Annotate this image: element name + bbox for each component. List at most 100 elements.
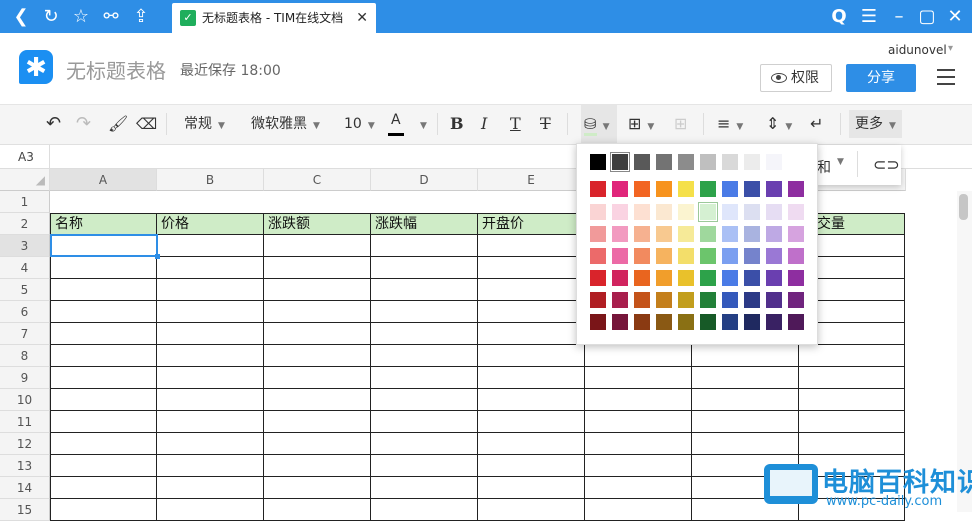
color-swatch[interactable] xyxy=(678,154,694,170)
cell[interactable] xyxy=(478,257,585,279)
color-swatch[interactable] xyxy=(612,248,628,264)
cell[interactable] xyxy=(478,235,585,257)
redo-icon[interactable]: ↷ xyxy=(76,105,91,143)
cell[interactable] xyxy=(371,323,478,345)
color-swatch[interactable] xyxy=(700,248,716,264)
cell[interactable] xyxy=(478,345,585,367)
color-swatch[interactable] xyxy=(722,181,738,197)
bold-button[interactable]: B xyxy=(450,105,464,143)
cell[interactable] xyxy=(264,455,371,477)
cell[interactable] xyxy=(585,477,692,499)
cell[interactable] xyxy=(157,323,264,345)
color-swatch[interactable] xyxy=(678,181,694,197)
row-header-5[interactable]: 5 xyxy=(0,279,50,301)
cell[interactable] xyxy=(50,345,157,367)
cell[interactable] xyxy=(371,455,478,477)
column-header-a[interactable]: A xyxy=(50,169,157,191)
cell[interactable] xyxy=(371,389,478,411)
cell[interactable] xyxy=(157,301,264,323)
more-button[interactable]: 更多 ▼ xyxy=(849,110,902,138)
share-button[interactable]: 分享 xyxy=(846,64,916,92)
border-button[interactable]: ⊞ ▼ xyxy=(628,105,654,143)
italic-button[interactable]: I xyxy=(481,105,487,143)
more-panel-caret-icon[interactable]: ▼ xyxy=(837,157,844,167)
cell[interactable] xyxy=(264,367,371,389)
cell[interactable] xyxy=(478,367,585,389)
color-swatch[interactable] xyxy=(744,314,760,330)
cell[interactable] xyxy=(157,367,264,389)
horizontal-align-button[interactable]: ≡ ▼ xyxy=(717,105,743,143)
permission-button[interactable]: 权限 xyxy=(760,64,832,92)
cell[interactable] xyxy=(799,345,905,367)
cell[interactable] xyxy=(799,367,905,389)
cell[interactable] xyxy=(478,301,585,323)
color-swatch[interactable] xyxy=(590,314,606,330)
color-swatch[interactable] xyxy=(788,248,804,264)
cell[interactable] xyxy=(371,345,478,367)
cell[interactable] xyxy=(157,477,264,499)
strikethrough-button[interactable]: T xyxy=(540,105,551,143)
column-header-d[interactable]: D xyxy=(371,169,478,191)
cell[interactable] xyxy=(371,301,478,323)
color-swatch[interactable] xyxy=(744,181,760,197)
color-swatch[interactable] xyxy=(590,154,606,170)
color-swatch[interactable] xyxy=(788,181,804,197)
color-swatch[interactable] xyxy=(722,314,738,330)
header-cell[interactable]: 价格 xyxy=(157,213,264,235)
cell[interactable] xyxy=(371,433,478,455)
cell[interactable] xyxy=(50,323,157,345)
column-header-e[interactable]: E xyxy=(478,169,585,191)
row-header-14[interactable]: 14 xyxy=(0,477,50,499)
cell[interactable] xyxy=(50,499,157,521)
color-swatch[interactable] xyxy=(678,248,694,264)
color-swatch[interactable] xyxy=(700,154,716,170)
color-swatch[interactable] xyxy=(656,204,672,220)
cell[interactable] xyxy=(50,257,157,279)
doc-title[interactable]: 无标题表格 xyxy=(66,55,166,84)
color-swatch[interactable] xyxy=(656,248,672,264)
row-header-13[interactable]: 13 xyxy=(0,455,50,477)
row-header-1[interactable]: 1 xyxy=(0,191,50,213)
font-family-select[interactable]: 微软雅黑 ▼ xyxy=(251,105,320,143)
color-swatch[interactable] xyxy=(766,248,782,264)
cell[interactable] xyxy=(371,235,478,257)
color-swatch[interactable] xyxy=(766,226,782,242)
vertical-align-button[interactable]: ⇕ ▼ xyxy=(766,105,792,143)
cell[interactable] xyxy=(478,433,585,455)
row-header-4[interactable]: 4 xyxy=(0,257,50,279)
cell[interactable] xyxy=(264,433,371,455)
eraser-icon[interactable]: ⌫ xyxy=(136,105,157,143)
row-header-15[interactable]: 15 xyxy=(0,499,50,521)
header-cell[interactable]: 名称 xyxy=(50,213,157,235)
cell[interactable] xyxy=(799,389,905,411)
color-swatch[interactable] xyxy=(590,226,606,242)
bookmark-icon[interactable]: ☆ xyxy=(66,0,96,33)
color-swatch[interactable] xyxy=(722,204,738,220)
menu-icon[interactable]: ☰ xyxy=(854,0,884,33)
color-swatch[interactable] xyxy=(612,181,628,197)
header-cell[interactable]: 涨跌幅 xyxy=(371,213,478,235)
maximize-icon[interactable]: ▢ xyxy=(912,0,942,33)
color-swatch[interactable] xyxy=(656,181,672,197)
color-swatch[interactable] xyxy=(722,248,738,264)
color-swatch[interactable] xyxy=(678,292,694,308)
cell[interactable] xyxy=(692,345,799,367)
header-cell[interactable]: 开盘价 xyxy=(478,213,585,235)
merge-cells-icon[interactable]: ⊞ xyxy=(674,105,687,143)
color-swatch[interactable] xyxy=(788,314,804,330)
underline-button[interactable]: T xyxy=(510,105,521,143)
back-icon[interactable]: ❮ xyxy=(6,0,36,33)
color-swatch[interactable] xyxy=(722,226,738,242)
cell[interactable] xyxy=(478,477,585,499)
wrap-text-icon[interactable]: ↵ xyxy=(810,105,823,143)
cell[interactable] xyxy=(799,433,905,455)
color-swatch[interactable] xyxy=(700,226,716,242)
user-caret-icon[interactable]: ▾ xyxy=(948,43,953,54)
color-swatch[interactable] xyxy=(590,248,606,264)
tab-current-doc[interactable]: ✓ 无标题表格 - TIM在线文档 ✕ xyxy=(172,3,376,33)
cell[interactable] xyxy=(585,345,692,367)
hamburger-menu-icon[interactable] xyxy=(937,69,955,85)
cell[interactable] xyxy=(157,499,264,521)
scrollbar-thumb[interactable] xyxy=(959,194,968,220)
font-size-select[interactable]: 10 ▼ xyxy=(344,105,375,143)
